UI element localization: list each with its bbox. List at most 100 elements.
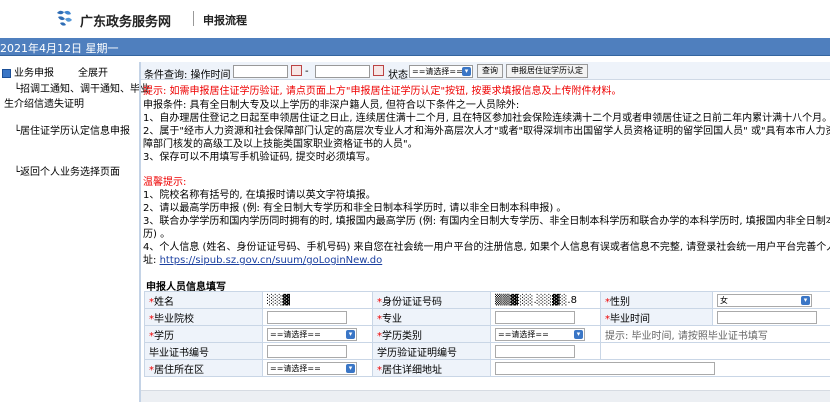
status-select-value: ==请选择== — [412, 67, 463, 76]
sidebar-root-label: 业务申报 — [14, 68, 54, 79]
url-prefix: 址: — [143, 255, 160, 266]
cert-no-input[interactable] — [267, 344, 347, 358]
edu-label-cell: *学历 — [144, 325, 263, 343]
gender-label: 性别 — [610, 296, 630, 308]
site-name: 广东政务服务网 — [80, 15, 172, 30]
end-calendar-icon[interactable] — [373, 65, 384, 76]
id-label-cell: *身份证证号码 — [372, 291, 491, 309]
major-label-cell: *专业 — [372, 308, 491, 326]
login-url-link[interactable]: https://sipub.sz.gov.cn/suum/goLoginNew.… — [160, 255, 383, 266]
table-row: *居住所在区 ==请选择== ▾ *居住详细地址 — [144, 359, 830, 377]
school-label-cell: *毕业院校 — [144, 308, 263, 326]
name-label: 姓名 — [154, 296, 174, 308]
notice-line: 障部门核发的高级工及以上技能类国家职业资格证书的人员"。 — [143, 139, 418, 150]
guangdong-logo-icon — [57, 10, 72, 26]
residence-value-cell: ==请选择== ▾ — [262, 359, 373, 377]
warm-tip-line: 2、请以最高学历申报 (例: 有全日制大专学历和非全日制本科学历时, 请以非全日… — [143, 203, 567, 214]
edu-type-select-value: ==请选择== — [498, 329, 549, 339]
gender-select[interactable]: 女 ▾ — [717, 293, 812, 307]
warm-tip-line: 3、联合办学学历和国内学历同时拥有的时, 填报国内最高学历 (例: 有国内全日制… — [143, 216, 830, 227]
chevron-down-icon: ▾ — [801, 295, 810, 305]
sidebar-item-back[interactable]: └返回个人业务选择页面 — [14, 163, 120, 178]
warm-tip-line: 历) 。 — [143, 229, 171, 240]
date-dash: - — [305, 66, 309, 77]
status-select[interactable]: ==请选择== ▾ — [409, 65, 473, 78]
address-label-cell: *居住详细地址 — [372, 359, 491, 377]
school-input[interactable] — [267, 310, 347, 324]
notice-line: 申报条件: 具有全日制大专及以上学历的非深户籍人员, 但符合以下条件之一人员除外… — [143, 100, 520, 111]
name-value: ░░▓ — [267, 294, 291, 306]
id-value: ▒▒▓░░.░░▓░.8 — [495, 294, 577, 306]
address-value-cell — [490, 359, 830, 377]
table-row: *毕业院校 *专业 *毕业时间 — [144, 308, 830, 326]
edu-label: 学历 — [154, 330, 174, 342]
residence-label-cell: *居住所在区 — [144, 359, 263, 377]
grad-time-value-cell — [712, 308, 830, 326]
apply-residence-edu-button[interactable]: 申报居住证学历认定 — [506, 64, 588, 78]
sidebar-item-residence-edu[interactable]: └居住证学历认定信息申报 — [14, 122, 130, 137]
query-button[interactable]: 查询 — [477, 64, 503, 78]
major-input[interactable] — [495, 310, 575, 324]
chevron-down-icon: ▾ — [346, 363, 355, 373]
gender-label-cell: *性别 — [600, 291, 713, 309]
residence-label: 居住所在区 — [154, 364, 204, 376]
sidebar-root[interactable]: 业务申报 — [2, 64, 54, 79]
edu-select-value: ==请选择== — [270, 329, 321, 339]
sidebar-item-recruit-notice[interactable]: └招调工通知、调干通知、毕业 — [14, 80, 150, 95]
edu-type-label-cell: *学历类别 — [372, 325, 491, 343]
start-date-input[interactable] — [233, 65, 288, 78]
empty-cell — [600, 342, 830, 360]
name-label-cell: *姓名 — [144, 291, 263, 309]
gender-select-value: 女 — [720, 295, 728, 305]
residence-select[interactable]: ==请选择== ▾ — [267, 361, 357, 375]
edu-type-label: 学历类别 — [382, 330, 422, 342]
page-title: 申报流程 — [203, 14, 247, 27]
header-divider — [193, 11, 194, 26]
warm-tip-url-line: 址: https://sipub.sz.gov.cn/suum/goLoginN… — [143, 254, 830, 267]
warm-tips-title: 温馨提示: — [143, 177, 187, 188]
apply-tip: 提示: 如需申报居住证学历验证, 请点页面上方"申报居住证学历认定"按钮, 按要… — [143, 86, 622, 97]
verify-no-value-cell — [490, 342, 601, 360]
edu-select[interactable]: ==请选择== ▾ — [267, 327, 357, 341]
start-calendar-icon[interactable] — [291, 65, 302, 76]
warm-tip-line: 4、个人信息 (姓名、身份证证号码、手机号码) 来自您在社会统一用户平台的注册信… — [143, 242, 830, 253]
school-label: 毕业院校 — [154, 313, 194, 325]
edu-type-value-cell: ==请选择== ▾ — [490, 325, 601, 343]
notice-line: 1、自办理居住登记之日起至申领居住证之日止, 连续居住满十二个月, 且在特区参加… — [143, 113, 830, 124]
address-input[interactable] — [495, 361, 715, 375]
expand-all-button[interactable]: 全展开 — [78, 64, 108, 79]
chevron-down-icon: ▾ — [346, 329, 355, 339]
table-row: *学历 ==请选择== ▾ *学历类别 ==请选择== ▾ 提示: 毕业时间, 请按… — [144, 325, 830, 343]
end-date-input[interactable] — [315, 65, 370, 78]
main-content: 条件查询: 操作时间 - 状态 ==请选择== ▾ 查询 申报居住证学历认定 提示… — [141, 62, 830, 402]
current-date: 2021年4月12日 星期一 — [0, 42, 119, 55]
grad-time-hint: 提示: 毕业时间, 请按照毕业证书填写 — [605, 330, 768, 342]
id-label: 身份证证号码 — [382, 296, 442, 308]
horizontal-scrollbar[interactable] — [141, 390, 830, 402]
top-header: 广东政务服务网 申报流程 — [0, 0, 830, 38]
filter-bar: 条件查询: 操作时间 - 状态 ==请选择== ▾ 查询 申报居住证学历认定 — [141, 62, 830, 81]
sidebar-item-recruit-notice-cont[interactable]: 生介绍信遗失证明 — [4, 95, 84, 110]
chevron-down-icon: ▾ — [462, 67, 471, 76]
address-label: 居住详细地址 — [382, 364, 442, 376]
grad-time-hint-cell: 提示: 毕业时间, 请按照毕业证书填写 — [600, 325, 830, 343]
cert-no-value-cell — [262, 342, 373, 360]
edu-type-select[interactable]: ==请选择== ▾ — [495, 327, 585, 341]
edu-value-cell: ==请选择== ▾ — [262, 325, 373, 343]
warm-tip-line: 1、院校名称有括号的, 在填报时请以英文字符填报。 — [143, 190, 376, 201]
grad-time-label: 毕业时间 — [610, 313, 650, 325]
verify-no-input[interactable] — [495, 344, 575, 358]
residence-select-value: ==请选择== — [270, 363, 321, 373]
sidebar: 业务申报 全展开 └招调工通知、调干通知、毕业 生介绍信遗失证明 └居住证学历认… — [0, 62, 150, 402]
filter-label: 条件查询: 操作时间 — [144, 70, 231, 81]
notice-line: 3、保存可以不用填写手机验证码, 提交时必须填写。 — [143, 152, 376, 163]
verify-no-label-cell: 学历验证证明编号 — [372, 342, 491, 360]
chevron-down-icon: ▾ — [574, 329, 583, 339]
applicant-form: *姓名 ░░▓ *身份证证号码 ▒▒▓░░.░░▓░.8 *性别 女 ▾ *毕业院… — [144, 291, 830, 377]
grad-time-input[interactable] — [717, 310, 817, 324]
id-value-cell: ▒▒▓░░.░░▓░.8 — [490, 291, 601, 309]
school-value-cell — [262, 308, 373, 326]
notice-line: 2、属于"经市人力资源和社会保障部门认定的高层次专业人才和海外高层次人才"或者"… — [143, 126, 830, 137]
major-value-cell — [490, 308, 601, 326]
grad-time-label-cell: *毕业时间 — [600, 308, 713, 326]
